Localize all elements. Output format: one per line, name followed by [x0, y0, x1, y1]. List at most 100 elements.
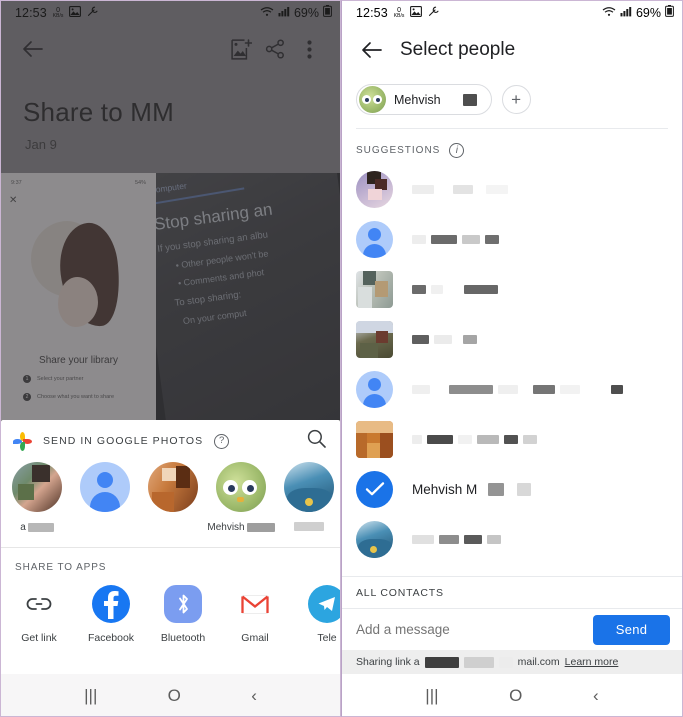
photo-olive	[356, 320, 393, 358]
photo-avatar	[12, 462, 62, 512]
share-person[interactable]: Mehvish	[207, 462, 275, 533]
contact-name	[412, 184, 508, 194]
photo-purple	[356, 170, 393, 208]
recents-button[interactable]: |||	[84, 687, 97, 704]
contact-name	[412, 434, 537, 444]
table-row[interactable]	[342, 164, 682, 214]
app-bluetooth[interactable]: Bluetooth	[147, 585, 219, 644]
add-photo-icon[interactable]	[224, 32, 258, 66]
share-icon[interactable]	[258, 32, 292, 66]
share-person[interactable]	[275, 462, 340, 533]
default-person-avatar	[356, 220, 393, 258]
step-text: Choose what you want to share	[37, 394, 115, 400]
left-nav-bar: ||| O ‹	[1, 674, 340, 716]
left-status-bar: 12:53 0 KB/s 69%	[1, 1, 340, 24]
wifi-icon	[260, 6, 274, 20]
right-nav-bar: ||| O ‹	[342, 674, 682, 716]
all-contacts-label: ALL CONTACTS	[356, 586, 444, 599]
thumb-a-battery: 54%	[134, 180, 146, 186]
help-circle-icon[interactable]: ?	[214, 433, 230, 449]
app-gmail[interactable]: Gmail	[219, 585, 291, 644]
message-input[interactable]	[356, 622, 583, 637]
contacts-list: Mehvish M	[342, 158, 682, 564]
recipient-chip[interactable]: Mehvish	[356, 84, 492, 115]
contact-name	[412, 384, 623, 394]
app-label: Get link	[21, 632, 57, 644]
status-clock: 12:53	[356, 5, 388, 20]
table-row[interactable]	[342, 214, 682, 264]
app-label: Facebook	[87, 632, 135, 644]
thumbnail-share-library[interactable]: 9:37 54% ✕ Share your library 1 Select yo…	[1, 173, 156, 420]
search-icon[interactable]	[307, 429, 326, 453]
signal-icon	[620, 6, 632, 20]
table-row[interactable]	[342, 414, 682, 464]
contact-name	[412, 284, 498, 294]
app-label: Gmail	[241, 632, 269, 644]
selected-people-chips: Mehvish +	[342, 76, 682, 115]
thumb-a-status-bar: 9:37 54%	[11, 180, 146, 188]
image-icon	[69, 5, 82, 20]
recents-button[interactable]: |||	[425, 687, 438, 704]
table-row[interactable]: Mehvish M	[342, 464, 682, 514]
page-title: Select people	[400, 39, 516, 60]
dual-screenshot-comparison: 12:53 0 KB/s 69% Share to MM Jan 9 9:37 …	[0, 0, 683, 717]
battery-percent: 69%	[293, 5, 319, 20]
telegram-icon	[308, 585, 340, 623]
all-contacts-section-header[interactable]: ALL CONTACTS	[342, 576, 682, 608]
app-label: Bluetooth	[160, 632, 206, 644]
share-to-apps-label: SHARE TO APPS	[15, 562, 107, 573]
table-row[interactable]	[342, 264, 682, 314]
share-person[interactable]	[139, 462, 207, 533]
back-button[interactable]: ‹	[251, 687, 257, 704]
right-phone-screen: 12:53 0 KB/s 69% Select people Mehvish +…	[341, 0, 683, 717]
suggestions-label: SUGGESTIONS	[356, 145, 441, 156]
sharing-link-prefix: Sharing link a	[356, 656, 420, 668]
thumbnail-stop-sharing-photo[interactable]: Computer Stop sharing an If you stop sha…	[156, 173, 340, 420]
bird-avatar	[359, 86, 386, 113]
share-sheet-header: SEND IN GOOGLE PHOTOS ?	[1, 420, 340, 462]
table-row[interactable]	[342, 514, 682, 564]
image-icon	[410, 5, 423, 20]
close-icon: ✕	[9, 195, 18, 206]
right-status-bar: 12:53 0 KB/s 69%	[342, 1, 682, 24]
select-people-header: Select people	[342, 24, 682, 76]
back-button[interactable]: ‹	[593, 687, 599, 704]
wifi-icon	[602, 6, 616, 20]
thumb-b-kicker: Computer	[156, 180, 188, 196]
home-button[interactable]: O	[168, 687, 181, 704]
default-person-avatar	[356, 370, 393, 408]
share-person[interactable]	[71, 462, 139, 533]
share-person[interactable]: a	[3, 462, 71, 533]
app-get-link[interactable]: Get link	[3, 585, 75, 644]
recipient-chip-name: Mehvish	[394, 93, 477, 107]
album-title: Share to MM	[23, 97, 175, 127]
table-row[interactable]	[342, 314, 682, 364]
app-facebook[interactable]: Facebook	[75, 585, 147, 644]
plus-icon[interactable]: +	[501, 85, 531, 114]
contact-name	[412, 334, 477, 344]
share-sheet: SEND IN GOOGLE PHOTOS ? a Mehvish SHARE …	[1, 420, 340, 674]
google-photos-icon	[13, 431, 32, 451]
bluetooth-icon	[164, 585, 202, 623]
learn-more-link[interactable]: Learn more	[565, 656, 619, 668]
signal-icon	[278, 6, 290, 20]
share-person-name: a	[20, 522, 54, 533]
send-button[interactable]: Send	[593, 614, 670, 645]
default-person-avatar	[80, 462, 130, 512]
thumb-a-clock: 9:37	[11, 180, 22, 186]
gmail-icon	[236, 585, 274, 623]
app-telegram[interactable]: Tele	[291, 585, 340, 644]
share-person-name	[294, 522, 324, 531]
table-row[interactable]	[342, 364, 682, 414]
share-people-row: a Mehvish	[1, 462, 340, 533]
data-usage-icon: 0 KB/s	[52, 6, 64, 19]
back-arrow-icon[interactable]	[354, 33, 388, 67]
album-toolbar	[1, 24, 340, 74]
album-date: Jan 9	[25, 137, 57, 152]
info-circle-icon[interactable]: i	[449, 143, 465, 158]
back-arrow-icon[interactable]	[15, 32, 49, 66]
home-button[interactable]: O	[509, 687, 522, 704]
bird-avatar	[216, 462, 266, 512]
share-apps-row: Get link Facebook Bluetooth Gmail Tele	[1, 573, 340, 644]
more-vertical-icon[interactable]	[292, 32, 326, 66]
